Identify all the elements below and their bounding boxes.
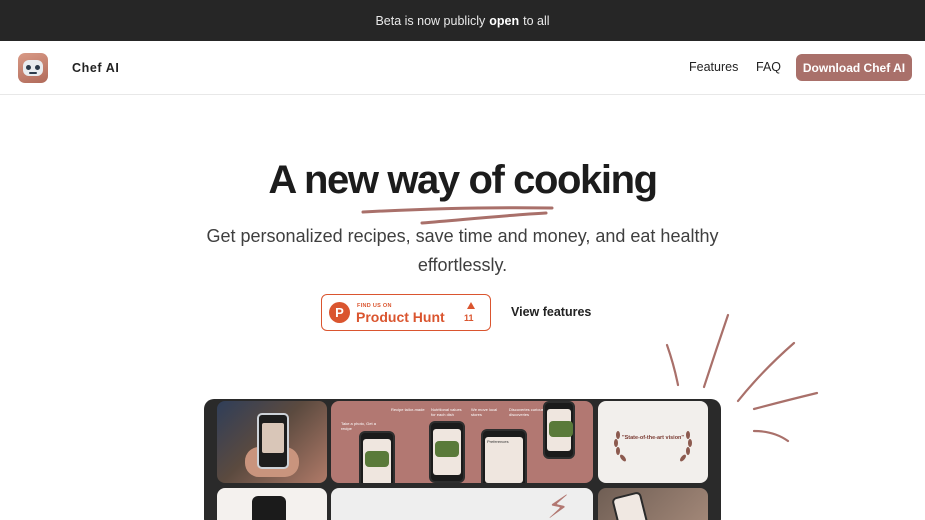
phone-mockup [252,496,286,520]
laurel-wreath-icon [614,431,692,462]
caption-photo-recipe: Take a photo, Get a recipe [341,421,376,431]
caption-local-stores: We move local stores [471,407,498,417]
phone-mockup [257,413,289,469]
product-hunt-badge[interactable]: P FIND US ON Product Hunt 11 [321,294,491,331]
caption-tailor-made: Recipe tailor-made [391,407,425,412]
banner-text-before: Beta is now publicly [375,13,486,28]
product-hunt-label: Product Hunt [356,309,445,325]
zigzag-icon: ⚡ [547,489,570,520]
upvote-arrow-icon [467,302,475,309]
brand-name[interactable]: Chef AI [72,61,120,75]
phone-mockup [429,421,465,483]
gallery-wide-tile: ⚡ [331,488,593,520]
gallery-feature-collage: Take a photo, Get a recipe Recipe tailor… [331,401,593,483]
hero-title: A new way of cooking [268,158,658,202]
download-button[interactable]: Download Chef AI [796,54,912,81]
nav-link-faq[interactable]: FAQ [756,60,781,74]
preferences-label: Preferences [487,439,509,444]
gallery-hand-phone-tile [598,488,708,520]
phone-mockup [359,431,395,483]
phone-mockup [543,401,575,459]
nav-link-features[interactable]: Features [689,60,738,74]
banner-text-bold: open [489,13,520,28]
app-screenshots-gallery: Take a photo, Get a recipe Recipe tailor… [204,399,721,520]
banner-text-after: to all [523,13,550,28]
robot-face [23,60,43,76]
upvote-count: 11 [464,313,474,323]
hero-subtitle: Get personalized recipes, save time and … [206,226,719,275]
announcement-banner: Beta is now publicly open to all [0,0,925,41]
gallery-award-tile: "State-of-the-art vision" [598,401,708,483]
product-hunt-icon: P [329,302,350,323]
phone-mockup: Preferences [481,429,527,483]
caption-discoveries: Discoveries curious discoveries [509,407,544,417]
phone-mockup [611,491,651,520]
award-quote: "State-of-the-art vision" [621,435,685,441]
top-navigation: Chef AI Features FAQ Download Chef AI [0,41,925,95]
caption-nutrition: Nutritional values for each dish [431,407,462,417]
view-features-link[interactable]: View features [511,305,591,319]
robot-chef-icon[interactable] [18,53,48,83]
gallery-phone-tile [217,488,327,520]
gallery-photo-hand-phone [217,401,327,483]
